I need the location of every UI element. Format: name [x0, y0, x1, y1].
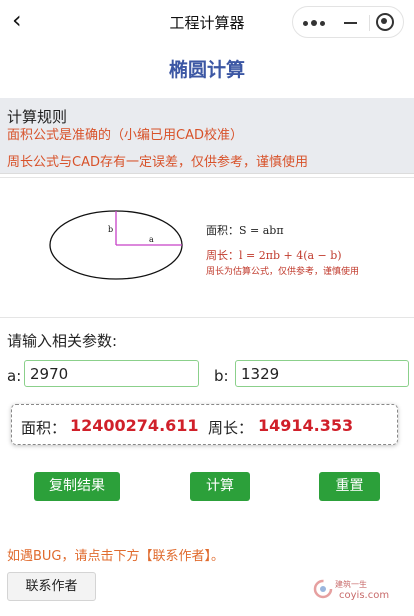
- b-input[interactable]: [235, 360, 409, 387]
- watermark-logo-icon: [313, 579, 333, 599]
- bug-report-text: 如遇BUG，请点击下方【联系作者】。: [7, 549, 225, 564]
- result-box: 面积： 12400274.611 周长： 14914.353: [11, 404, 398, 445]
- perimeter-result-value: 14914.353: [258, 416, 354, 435]
- b-label: b:: [214, 367, 229, 385]
- reset-button[interactable]: 重置: [319, 472, 380, 501]
- a-input[interactable]: [24, 360, 199, 387]
- capsule-divider: [369, 15, 370, 31]
- perimeter-formula: 周长：l = 2πb + 4(a − b): [206, 249, 342, 262]
- watermark-site-text: coyis.com: [339, 590, 390, 601]
- target-close-icon[interactable]: [375, 12, 395, 32]
- contact-author-button[interactable]: 联系作者: [7, 572, 96, 601]
- perimeter-result-label: 周长：: [208, 419, 254, 437]
- perimeter-note: 周长为估算公式，仅供参考，谨慎使用: [206, 267, 360, 277]
- area-formula: 面积：S = abπ: [206, 224, 284, 237]
- copy-result-button[interactable]: 复制结果: [34, 472, 120, 501]
- parameters-prompt: 请输入相关参数:: [7, 332, 118, 350]
- navigation-bar: ‹ 工程计算器: [0, 0, 414, 42]
- a-label: a:: [7, 367, 22, 385]
- more-dots-icon[interactable]: [303, 13, 329, 33]
- calculation-rules-panel: 计算规则 面积公式是准确的（小编已用CAD校准） 周长公式与CAD存有一定误差，…: [0, 98, 414, 174]
- label-b: b: [108, 225, 113, 234]
- calculate-button[interactable]: 计算: [190, 472, 250, 501]
- area-result-label: 面积：: [21, 419, 67, 437]
- ellipse-diagram: b a 面积：S = abπ 周长：l = 2πb + 4(a − b) 周长为…: [0, 177, 414, 318]
- rules-line-area: 面积公式是准确的（小编已用CAD校准）: [7, 128, 243, 143]
- watermark-top-text: 建筑一生: [335, 580, 367, 589]
- area-result-value: 12400274.611: [70, 416, 199, 435]
- mini-program-capsule: [292, 6, 404, 38]
- minimize-icon[interactable]: [341, 13, 361, 33]
- rules-line-perimeter: 周长公式与CAD存有一定误差，仅供参考，谨慎使用: [7, 155, 308, 170]
- page-title: 椭圆计算: [168, 59, 245, 81]
- label-a: a: [149, 235, 154, 244]
